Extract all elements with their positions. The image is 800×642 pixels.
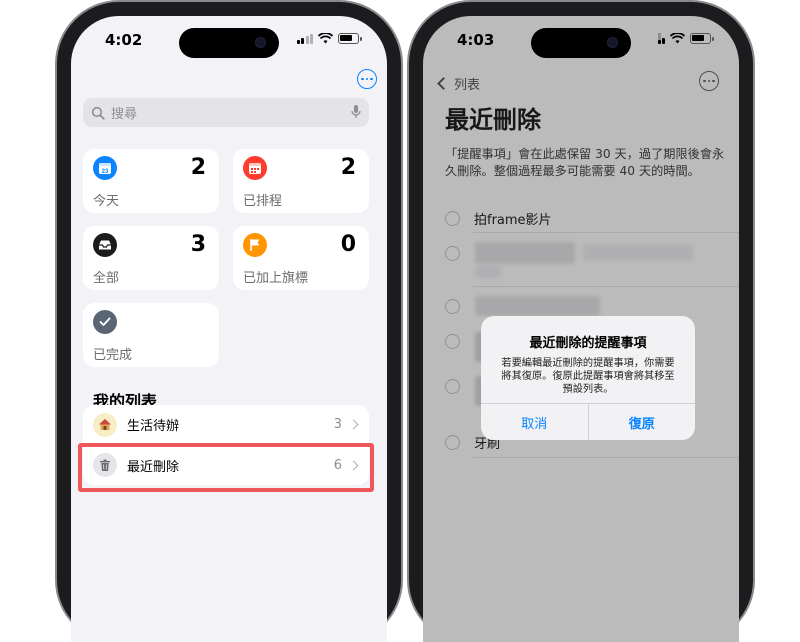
chevron-right-icon xyxy=(349,420,359,430)
smart-list-completed[interactable]: 已完成 xyxy=(83,303,219,367)
svg-text:23: 23 xyxy=(102,169,109,175)
status-icons xyxy=(297,33,360,44)
list-name: 生活待辦 xyxy=(127,415,334,434)
search-icon xyxy=(91,106,105,120)
checkmark-icon xyxy=(93,310,117,334)
right-phone: 4:03 列表 最近刪除 「提醒事項」會在此處保留 30 天，過了期限後會永久刪… xyxy=(409,2,753,642)
left-phone: 4:02 搜尋 23 2 今天 2 已排程 xyxy=(57,2,401,642)
all-count: 3 xyxy=(191,232,206,257)
smart-list-scheduled[interactable]: 2 已排程 xyxy=(233,149,369,213)
smart-list-flagged[interactable]: 0 已加上旗標 xyxy=(233,226,369,290)
status-time: 4:02 xyxy=(105,31,142,49)
restore-alert-dialog: 最近刪除的提醒事項 若要編輯最近刪除的提醒事項，你需要將其復原。復原此提醒事項會… xyxy=(481,316,695,440)
more-options-button[interactable] xyxy=(357,69,377,89)
microphone-icon[interactable] xyxy=(351,104,361,120)
status-icons xyxy=(658,33,712,44)
cancel-button[interactable]: 取消 xyxy=(481,404,588,440)
search-placeholder: 搜尋 xyxy=(111,103,137,122)
recently-deleted-highlight xyxy=(78,443,374,492)
scheduled-count: 2 xyxy=(341,155,356,180)
flagged-label: 已加上旗標 xyxy=(243,267,308,286)
list-count: 3 xyxy=(334,417,342,432)
flag-icon xyxy=(243,233,267,257)
alert-actions: 取消 復原 xyxy=(481,403,695,440)
dynamic-island xyxy=(531,28,631,58)
smart-list-all[interactable]: 3 全部 xyxy=(83,226,219,290)
today-count: 2 xyxy=(191,155,206,180)
alert-title: 最近刪除的提醒事項 xyxy=(481,332,695,351)
flagged-count: 0 xyxy=(341,232,356,257)
cellular-signal-icon xyxy=(297,33,314,44)
search-bar[interactable]: 搜尋 xyxy=(83,98,369,127)
status-time: 4:03 xyxy=(457,31,494,49)
calendar-grid-icon xyxy=(243,156,267,180)
recently-deleted-screen: 4:03 列表 最近刪除 「提醒事項」會在此處保留 30 天，過了期限後會永久刪… xyxy=(423,16,739,642)
tray-icon xyxy=(93,233,117,257)
cellular-signal-icon xyxy=(658,33,666,44)
smart-list-today[interactable]: 23 2 今天 xyxy=(83,149,219,213)
restore-button[interactable]: 復原 xyxy=(589,404,696,440)
list-row-life-todo[interactable]: 生活待辦 3 xyxy=(83,405,369,445)
today-label: 今天 xyxy=(93,190,119,209)
wifi-icon xyxy=(670,33,685,44)
dynamic-island xyxy=(179,28,279,58)
wifi-icon xyxy=(318,33,333,44)
scheduled-label: 已排程 xyxy=(243,190,282,209)
all-label: 全部 xyxy=(93,267,119,286)
battery-icon xyxy=(690,33,711,44)
reminders-home-screen: 4:02 搜尋 23 2 今天 2 已排程 xyxy=(71,16,387,642)
calendar-icon: 23 xyxy=(93,156,117,180)
house-emoji-icon xyxy=(93,413,117,437)
battery-icon xyxy=(338,33,359,44)
completed-label: 已完成 xyxy=(93,344,132,363)
alert-message: 若要編輯最近刪除的提醒事項，你需要將其復原。復原此提醒事項會將其移至預設列表。 xyxy=(499,357,677,396)
